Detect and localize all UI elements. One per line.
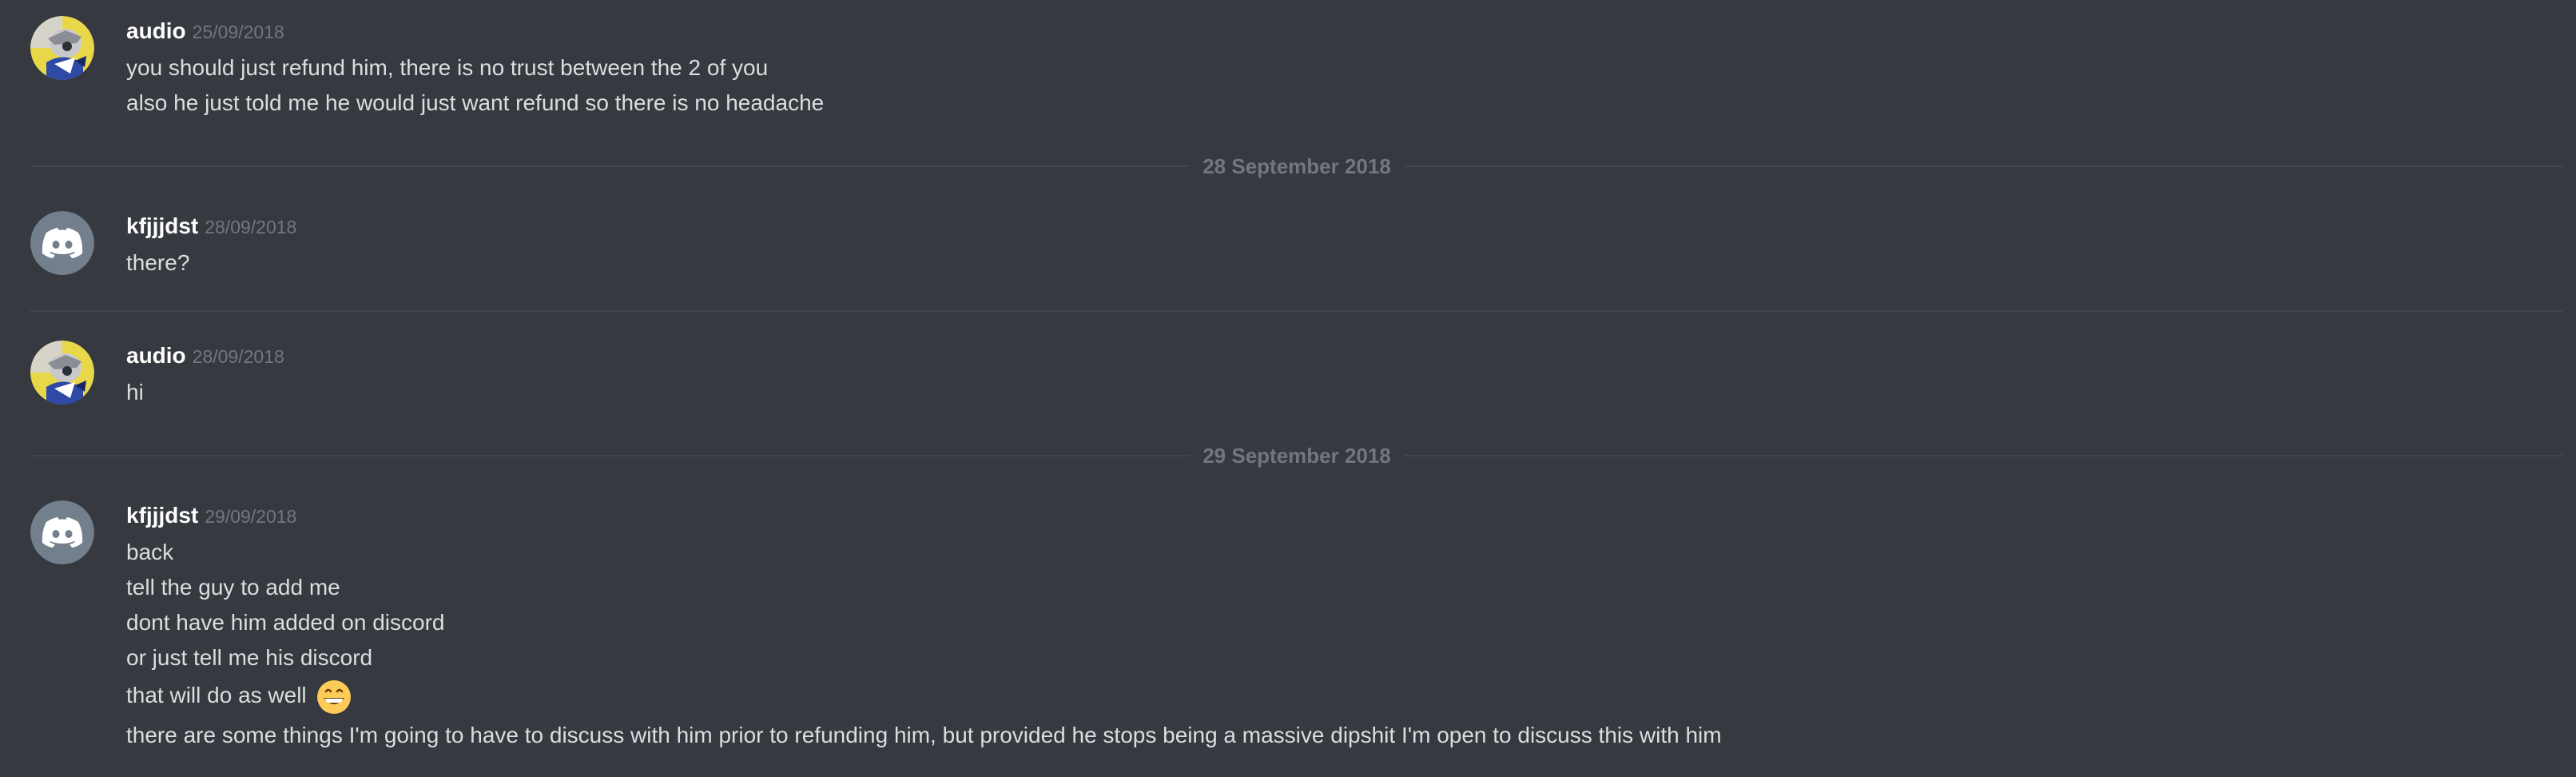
user-avatar[interactable] xyxy=(30,341,94,404)
message-text: back xyxy=(126,540,174,564)
message-text: that will do as well xyxy=(126,683,307,707)
message-header: kfjjjdst 29/09/2018 xyxy=(126,500,296,532)
username[interactable]: kfjjjdst xyxy=(126,213,198,238)
discord-logo-icon xyxy=(30,500,94,564)
date-divider-label: 28 September 2018 xyxy=(1190,150,1404,182)
timestamp[interactable]: 25/09/2018 xyxy=(193,22,284,42)
message-header: audio 28/09/2018 xyxy=(126,340,284,372)
message-header: audio 25/09/2018 xyxy=(126,15,284,47)
grinning-smile-emoji-icon[interactable] xyxy=(316,679,352,715)
message-text: or just tell me his discord xyxy=(126,645,373,670)
date-divider-label: 29 September 2018 xyxy=(1190,440,1404,472)
timestamp[interactable]: 29/09/2018 xyxy=(205,506,296,527)
message-text: tell the guy to add me xyxy=(126,575,340,600)
message-text: you should just refund him, there is no … xyxy=(126,55,769,80)
message-text: there? xyxy=(126,250,190,275)
message-text: hi xyxy=(126,380,144,404)
user-avatar[interactable] xyxy=(30,500,94,564)
username[interactable]: audio xyxy=(126,18,186,43)
user-avatar[interactable] xyxy=(30,211,94,275)
discord-logo-icon xyxy=(30,211,94,275)
user-photo-avatar-icon xyxy=(30,16,94,80)
username[interactable]: audio xyxy=(126,343,186,368)
user-photo-avatar-icon xyxy=(30,341,94,404)
date-divider: 29 September 2018 xyxy=(30,440,2563,472)
message-header: kfjjjdst 28/09/2018 xyxy=(126,210,296,242)
timestamp[interactable]: 28/09/2018 xyxy=(193,346,284,367)
message-text: also he just told me he would just want … xyxy=(126,90,825,115)
username[interactable]: kfjjjdst xyxy=(126,503,198,528)
date-divider: 28 September 2018 xyxy=(30,150,2563,182)
message-line-with-emoji: that will do as well xyxy=(126,675,352,715)
timestamp[interactable]: 28/09/2018 xyxy=(205,217,296,237)
message-divider xyxy=(30,310,2563,312)
user-avatar[interactable] xyxy=(30,16,94,80)
message-text: dont have him added on discord xyxy=(126,610,445,635)
message-text: there are some things I'm going to have … xyxy=(126,723,1722,747)
